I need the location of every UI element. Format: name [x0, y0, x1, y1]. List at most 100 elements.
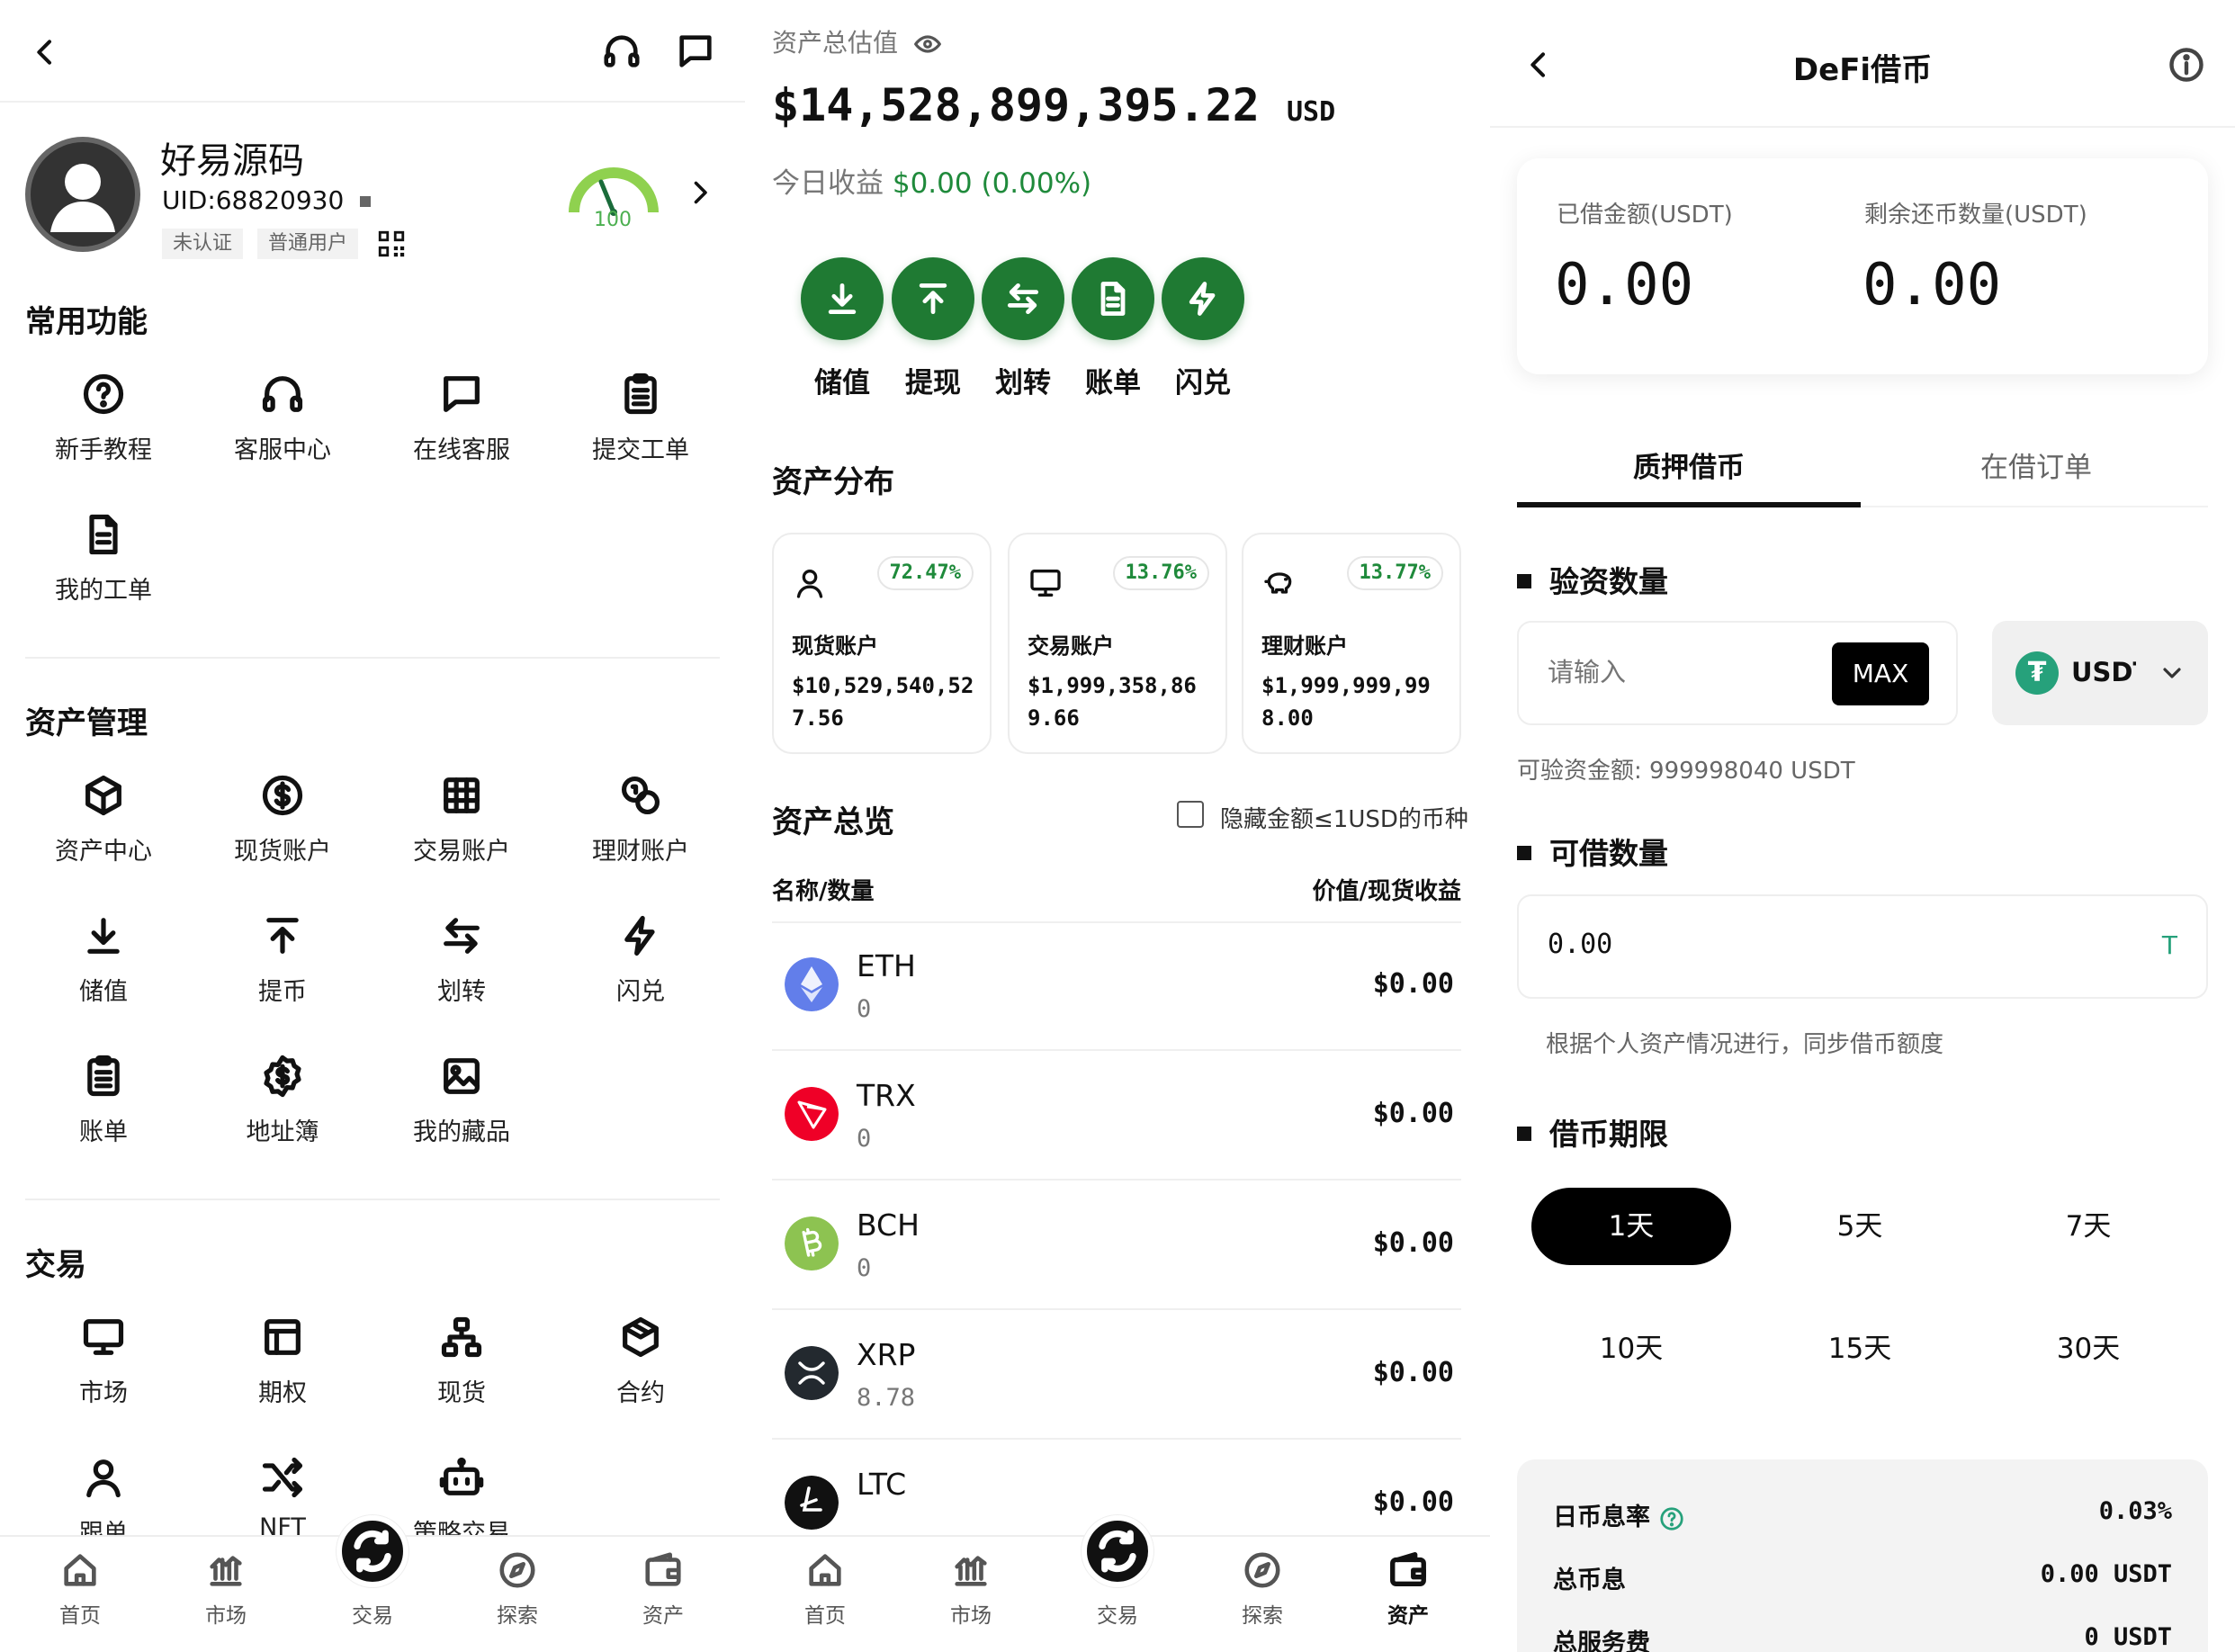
- grid-item-online-service[interactable]: 在线客服: [372, 371, 552, 465]
- tab-assets[interactable]: 资产: [605, 1549, 722, 1629]
- grid-item-address-book[interactable]: 地址簿: [193, 1053, 372, 1147]
- grid-item-submit-ticket[interactable]: 提交工单: [551, 371, 731, 465]
- help-circle-icon[interactable]: [1658, 1505, 1685, 1532]
- grid-item-withdraw[interactable]: 提币: [193, 912, 372, 1007]
- coin-row-trx[interactable]: TRX 0 $0.00: [772, 1053, 1461, 1181]
- swap-icon: [1099, 1530, 1136, 1573]
- account-card-wealth[interactable]: 13.77% 理财账户 $1,999,999,998.00: [1242, 533, 1461, 754]
- term-option-7d[interactable]: 7天: [1988, 1188, 2188, 1265]
- grid-item-deposit[interactable]: 储值: [13, 912, 193, 1007]
- tab-trade[interactable]: 交易: [1059, 1515, 1176, 1629]
- grid-item-market[interactable]: 市场: [13, 1314, 193, 1408]
- home-icon: [809, 1554, 841, 1586]
- avatar[interactable]: [25, 137, 140, 252]
- headset-icon[interactable]: [601, 31, 642, 72]
- tab-home[interactable]: 首页: [22, 1549, 139, 1629]
- hide-small-label[interactable]: 隐藏金额≤1USD的币种: [1220, 801, 1468, 834]
- grid-item-spot-account[interactable]: 现货账户: [193, 772, 372, 866]
- coin-row-bch[interactable]: BCH 0 $0.00: [772, 1182, 1461, 1310]
- tab-label: 探索: [1242, 1604, 1283, 1628]
- loan-summary-card: 已借金额(USDT) 0.00 剩余还币数量(USDT) 0.00: [1517, 158, 2208, 374]
- grid-item-transfer[interactable]: 划转: [372, 912, 552, 1007]
- coin-qty: 0: [857, 995, 872, 1023]
- eth-logo-icon: [785, 957, 839, 1011]
- tab-market[interactable]: 市场: [167, 1549, 284, 1629]
- borrowable-unit: T: [2161, 930, 2177, 960]
- tab-collateral-borrow[interactable]: 质押借币: [1517, 444, 1861, 485]
- chat-icon[interactable]: [675, 31, 716, 72]
- compass-icon: [499, 1552, 535, 1588]
- tab-trade[interactable]: 交易: [314, 1515, 431, 1629]
- grid-item-label: 现货账户: [234, 838, 331, 866]
- max-button[interactable]: MAX: [1832, 642, 1929, 705]
- account-card-trading[interactable]: 13.76% 交易账户 $1,999,358,869.66: [1008, 533, 1227, 754]
- verify-amount-input[interactable]: [1548, 657, 1800, 687]
- eye-icon[interactable]: [913, 30, 942, 58]
- trade-fab[interactable]: [1082, 1515, 1153, 1587]
- total-interest-value: 0.00 USDT: [2040, 1560, 2172, 1588]
- account-card-spot[interactable]: 72.47% 现货账户 $10,529,540,527.56: [772, 533, 992, 754]
- grid-item-my-collection[interactable]: 我的藏品: [372, 1053, 552, 1147]
- grid-item-label: 账单: [79, 1118, 128, 1146]
- term-option-5d[interactable]: 5天: [1760, 1188, 1960, 1265]
- grid-item-wealth-account[interactable]: 理财账户: [551, 772, 731, 866]
- term-option-30d[interactable]: 30天: [1988, 1310, 2188, 1387]
- page-title: DeFi借币: [1792, 52, 1933, 88]
- grid-item-bill[interactable]: 账单: [13, 1053, 193, 1147]
- grid-item-my-tickets[interactable]: 我的工单: [13, 511, 193, 606]
- coin-symbol: LTC: [857, 1467, 907, 1502]
- usdt-logo-icon: ₮: [2015, 651, 2059, 695]
- home-icon: [64, 1554, 96, 1586]
- grid-item-spot[interactable]: 现货: [372, 1314, 552, 1408]
- grid-item-contract[interactable]: 合约: [551, 1314, 731, 1408]
- coin-row-eth[interactable]: ETH 0 $0.00: [772, 923, 1461, 1051]
- grid-item-trading-account[interactable]: 交易账户: [372, 772, 552, 866]
- user-level-badge: 普通用户: [257, 229, 359, 259]
- user-icon: [796, 570, 823, 598]
- term-title: 借币期限: [1517, 1110, 1668, 1154]
- coin-row-xrp[interactable]: XRP 8.78 $0.00: [772, 1312, 1461, 1440]
- chevron-right-icon[interactable]: [684, 176, 716, 209]
- chevron-left-icon[interactable]: [27, 34, 63, 70]
- total-service-fee-label: 总服务费: [1553, 1630, 1650, 1652]
- tab-label: 资产: [642, 1604, 684, 1628]
- grid-item-label: 地址簿: [246, 1118, 319, 1146]
- coin-value: $0.00: [1372, 1098, 1454, 1129]
- grid-item-tutorial[interactable]: 新手教程: [13, 371, 193, 465]
- account-value: $1,999,999,998.00: [1261, 673, 1431, 731]
- tab-explore[interactable]: 探索: [1204, 1549, 1321, 1629]
- tab-assets[interactable]: 资产: [1350, 1549, 1467, 1629]
- coin-select[interactable]: ₮ USDT: [1992, 621, 2208, 725]
- term-option-1d[interactable]: 1天: [1531, 1188, 1731, 1265]
- daily-rate-label: 日币息率: [1553, 1497, 1685, 1532]
- action-circle: [1162, 257, 1244, 340]
- score-value: 100: [594, 209, 632, 231]
- qr-code-icon[interactable]: [376, 229, 407, 259]
- coin-qty: 8.78: [857, 1384, 916, 1412]
- term-option-15d[interactable]: 15天: [1760, 1310, 1960, 1387]
- borrowed-label: 已借金额(USDT): [1557, 202, 1733, 229]
- tab-active-orders[interactable]: 在借订单: [1864, 444, 2208, 485]
- grid-item-label: 客服中心: [234, 436, 331, 464]
- piggy-bank-icon: [1264, 572, 1292, 594]
- copy-icon[interactable]: [360, 196, 372, 207]
- grid-item-flash-swap[interactable]: 闪兑: [551, 912, 731, 1007]
- account-pct: 13.77%: [1346, 556, 1443, 590]
- verify-status-badge[interactable]: 未认证: [162, 229, 244, 259]
- layout-icon: [265, 1319, 301, 1355]
- action-flash-swap[interactable]: 闪兑: [1149, 257, 1257, 400]
- info-icon[interactable]: [2167, 45, 2206, 85]
- tab-home[interactable]: 首页: [767, 1549, 884, 1629]
- tab-explore[interactable]: 探索: [459, 1549, 576, 1629]
- grid-item-service-center[interactable]: 客服中心: [193, 371, 372, 465]
- grid-item-asset-center[interactable]: 资产中心: [13, 772, 193, 866]
- xrp-logo-icon: [785, 1346, 839, 1400]
- tab-market[interactable]: 市场: [912, 1549, 1029, 1629]
- total-unit: USD: [1286, 96, 1336, 128]
- term-option-10d[interactable]: 10天: [1531, 1310, 1731, 1387]
- hide-small-checkbox[interactable]: [1177, 801, 1204, 828]
- today-value: $0.00: [892, 167, 973, 200]
- grid-item-options[interactable]: 期权: [193, 1314, 372, 1408]
- trade-fab[interactable]: [337, 1515, 408, 1587]
- tab-label: 资产: [1387, 1604, 1429, 1628]
